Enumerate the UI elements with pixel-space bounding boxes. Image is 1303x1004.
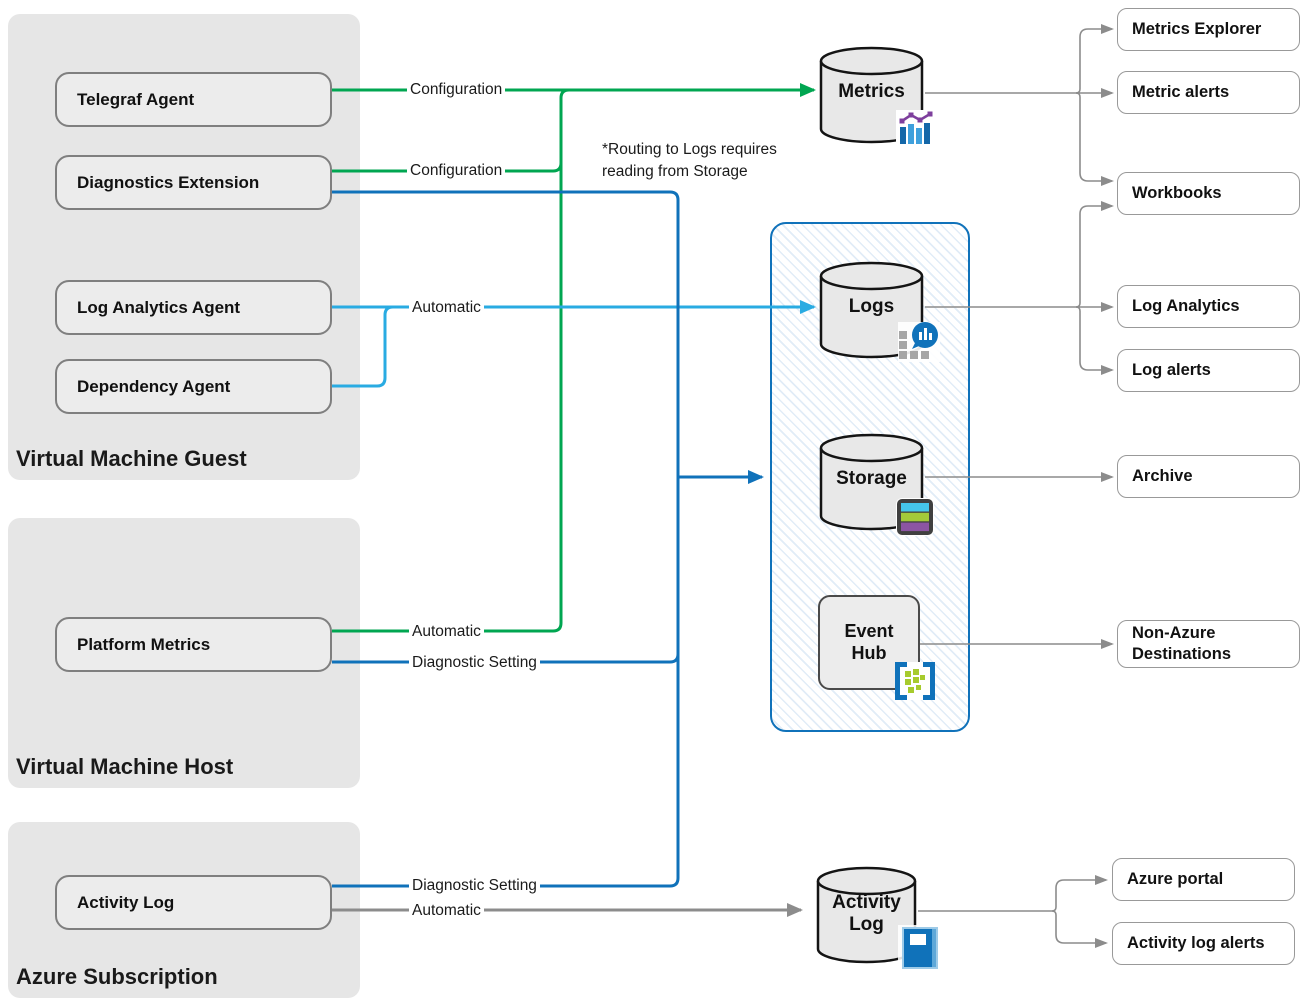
node-dependency-agent: Dependency Agent: [55, 359, 332, 414]
storage-stack-icon: [896, 498, 934, 536]
store-event-hub-label: Event Hub: [837, 621, 901, 664]
dest-non-azure-destinations: Non-Azure Destinations: [1117, 620, 1300, 668]
edge-label-telegraf-configuration: Configuration: [407, 80, 505, 99]
routing-note-line1: *Routing to Logs requires: [602, 139, 777, 161]
azure-monitor-diagram: Telegraf Agent Diagnostics Extension Log…: [0, 0, 1303, 1004]
bar-chart-trend-icon: [896, 110, 936, 148]
routing-note-line2: reading from Storage: [602, 161, 777, 183]
event-hub-icon: [895, 662, 935, 700]
store-activity-log-label: Activity Log: [831, 892, 903, 936]
dest-metrics-explorer: Metrics Explorer: [1117, 8, 1300, 51]
group-vm-host: Platform Metrics Virtual Machine Host: [8, 518, 360, 788]
dest-workbooks: Workbooks: [1117, 172, 1300, 215]
node-telegraf-agent: Telegraf Agent: [55, 72, 332, 127]
node-diagnostics-extension: Diagnostics Extension: [55, 155, 332, 210]
dest-non-azure-destinations-label: Non-Azure Destinations: [1132, 623, 1252, 664]
activity-log-book-icon: [898, 925, 942, 973]
dest-metric-alerts: Metric alerts: [1117, 71, 1300, 114]
node-activity-log-source: Activity Log: [55, 875, 332, 930]
logs-bubble-chart-icon: [898, 322, 940, 362]
dest-azure-portal: Azure portal: [1112, 858, 1295, 901]
dest-log-alerts: Log alerts: [1117, 349, 1300, 392]
dest-archive: Archive: [1117, 455, 1300, 498]
routing-note: *Routing to Logs requires reading from S…: [602, 139, 777, 184]
group-azure-subscription: Activity Log Azure Subscription: [8, 822, 360, 998]
edge-label-activity-log-automatic: Automatic: [409, 901, 484, 920]
edge-label-activity-log-diagnostic: Diagnostic Setting: [409, 876, 540, 895]
group-label-vm-guest: Virtual Machine Guest: [16, 446, 247, 472]
dest-log-analytics: Log Analytics: [1117, 285, 1300, 328]
edge-label-platform-metrics-automatic: Automatic: [409, 622, 484, 641]
group-vm-guest: Telegraf Agent Diagnostics Extension Log…: [8, 14, 360, 480]
edge-label-log-analytics-automatic: Automatic: [409, 298, 484, 317]
node-platform-metrics: Platform Metrics: [55, 617, 332, 672]
edge-label-platform-metrics-diagnostic: Diagnostic Setting: [409, 653, 540, 672]
dest-activity-log-alerts: Activity log alerts: [1112, 922, 1295, 965]
group-label-vm-host: Virtual Machine Host: [16, 754, 233, 780]
node-log-analytics-agent: Log Analytics Agent: [55, 280, 332, 335]
group-label-azure-subscription: Azure Subscription: [16, 964, 218, 990]
edge-label-diagnostics-configuration: Configuration: [407, 161, 505, 180]
